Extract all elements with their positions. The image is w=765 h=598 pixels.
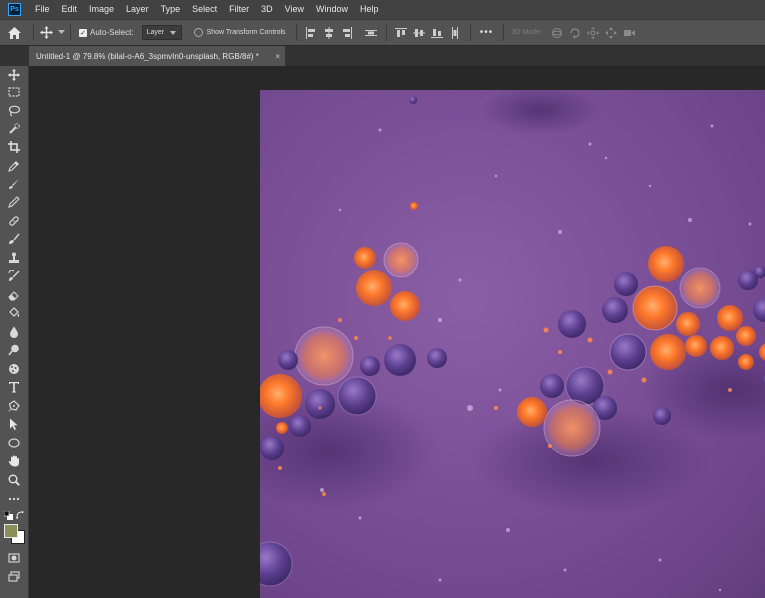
dodge-tool-icon[interactable] (5, 342, 23, 358)
more-tools-icon[interactable] (5, 491, 23, 507)
align-top-edges-icon[interactable] (394, 26, 408, 40)
divider (385, 24, 387, 41)
bubbles-photo (260, 90, 765, 592)
document-tab-title: Untitled-1 @ 79.8% (bilal-o-A6_3spmvIn0-… (36, 51, 259, 61)
move-tool-preset-picker[interactable] (39, 23, 65, 43)
auto-select-target-dropdown[interactable]: Layer (141, 25, 182, 40)
show-transform-controls-toggle[interactable]: Show Transform Controls (193, 28, 286, 37)
home-icon[interactable] (0, 23, 28, 43)
auto-select-label: Auto-Select: (90, 28, 134, 37)
close-tab-icon[interactable]: × (275, 52, 280, 61)
distribute-vertical-icon[interactable] (364, 26, 378, 40)
checkbox-checked-icon[interactable]: ✓ (79, 28, 87, 37)
hand-tool-icon[interactable] (5, 453, 23, 469)
eyedropper-tool-icon[interactable] (5, 158, 23, 174)
divider (502, 24, 504, 41)
lasso-tool-icon[interactable] (5, 103, 23, 119)
divider (469, 24, 471, 41)
unchecked-box-icon[interactable] (193, 28, 203, 37)
menu-select[interactable]: Select (186, 0, 223, 19)
brush-tool-icon[interactable] (5, 176, 23, 192)
quick-selection-tool-icon[interactable] (5, 121, 23, 137)
align-left-edges-icon[interactable] (304, 26, 318, 40)
divider (70, 24, 71, 41)
quick-mask-icon[interactable] (5, 550, 23, 566)
menu-file[interactable]: File (29, 0, 56, 19)
paint-bucket-tool-icon[interactable] (5, 305, 23, 321)
history-brush-tool-icon[interactable] (5, 268, 23, 284)
rectangular-marquee-tool-icon[interactable] (5, 84, 23, 100)
brush-stroke-tool-icon[interactable] (5, 231, 23, 247)
3d-pan-icon[interactable] (586, 26, 600, 40)
menu-window[interactable]: Window (310, 0, 354, 19)
pen-tool-icon[interactable] (5, 398, 23, 414)
3d-slide-icon[interactable] (604, 26, 618, 40)
more-options-button[interactable]: ••• (476, 27, 498, 38)
menu-help[interactable]: Help (354, 0, 385, 19)
align-vertical-centers-icon[interactable] (412, 26, 426, 40)
move-tool-icon[interactable] (5, 67, 23, 83)
ellipse-tool-icon[interactable] (5, 435, 23, 451)
divider (33, 24, 34, 41)
move-icon (39, 26, 53, 39)
path-selection-tool-icon[interactable] (5, 416, 23, 432)
menu-image[interactable]: Image (83, 0, 120, 19)
align-horizontal-centers-icon[interactable] (322, 26, 336, 40)
chevron-down-icon (170, 30, 177, 35)
menu-bar: Ps File Edit Image Layer Type Select Fil… (0, 0, 765, 19)
3d-roll-icon[interactable] (568, 26, 582, 40)
options-bar: ✓ Auto-Select: Layer Show Transform Cont… (0, 19, 765, 46)
document-tab-bar: Untitled-1 @ 79.8% (bilal-o-A6_3spmvIn0-… (0, 46, 765, 66)
tools-panel (0, 66, 29, 598)
zoom-tool-icon[interactable] (5, 472, 23, 488)
canvas-area[interactable] (29, 66, 765, 598)
auto-select-toggle[interactable]: ✓ Auto-Select: (79, 28, 134, 37)
photoshop-logo[interactable]: Ps (8, 3, 21, 16)
swap-colors-icon[interactable] (16, 511, 25, 520)
menu-layer[interactable]: Layer (120, 0, 155, 19)
3d-scale-icon[interactable] (622, 26, 636, 40)
auto-select-target-value: Layer (146, 29, 165, 36)
blur-tool-icon[interactable] (5, 324, 23, 340)
show-transform-label: Show Transform Controls (206, 29, 286, 36)
menu-filter[interactable]: Filter (223, 0, 255, 19)
document-tab[interactable]: Untitled-1 @ 79.8% (bilal-o-A6_3spmvIn0-… (29, 46, 285, 66)
distribute-horizontal-icon[interactable] (448, 26, 462, 40)
menu-type[interactable]: Type (155, 0, 187, 19)
healing-brush-tool-icon[interactable] (5, 213, 23, 229)
align-right-edges-icon[interactable] (340, 26, 354, 40)
3d-mode-label: 3D Mode: (511, 29, 542, 36)
3d-orbit-icon[interactable] (550, 26, 564, 40)
divider (295, 24, 297, 41)
default-colors-icon[interactable] (3, 510, 13, 520)
chevron-down-icon (57, 30, 65, 34)
crop-tool-icon[interactable] (5, 139, 23, 155)
pencil-tool-icon[interactable] (5, 194, 23, 210)
type-tool-icon[interactable] (5, 379, 23, 395)
menu-edit[interactable]: Edit (56, 0, 84, 19)
screen-mode-icon[interactable] (5, 569, 23, 585)
document-canvas-image[interactable] (260, 90, 765, 598)
eraser-tool-icon[interactable] (5, 287, 23, 303)
menu-3d[interactable]: 3D (255, 0, 279, 19)
sponge-tool-icon[interactable] (5, 361, 23, 377)
foreground-color-swatch[interactable] (4, 524, 18, 538)
clone-stamp-tool-icon[interactable] (5, 250, 23, 266)
menu-view[interactable]: View (279, 0, 310, 19)
align-bottom-edges-icon[interactable] (430, 26, 444, 40)
